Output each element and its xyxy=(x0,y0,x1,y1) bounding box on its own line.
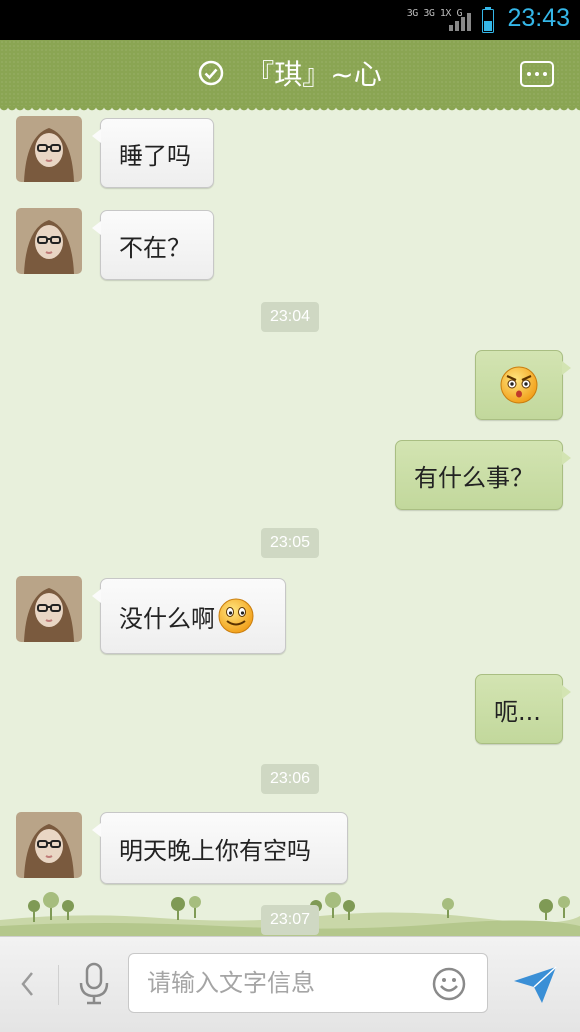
avatar[interactable] xyxy=(16,812,82,878)
battery-icon xyxy=(482,7,494,33)
angry-face-emoji xyxy=(500,366,538,404)
avatar-image xyxy=(16,576,82,642)
avatar-image xyxy=(16,116,82,182)
chat-area[interactable]: 睡了吗 不在？ 23:04 有什么事？ 23:05 没什么啊 呃... 23:0… xyxy=(0,106,580,936)
status-bar: 3G 3G 1X G 23:43 xyxy=(0,0,580,40)
message-bubble[interactable]: 明天晚上你有空吗 xyxy=(92,812,348,884)
divider xyxy=(58,965,59,1005)
clock: 23:43 xyxy=(507,4,570,32)
message-text: 睡了吗 xyxy=(119,141,191,170)
send-icon[interactable] xyxy=(512,965,558,1005)
message-bubble[interactable]: 不在？ xyxy=(92,210,214,280)
timestamp: 23:04 xyxy=(261,302,319,332)
more-icon[interactable] xyxy=(520,61,554,87)
avatar[interactable] xyxy=(16,208,82,274)
message-text: 没什么啊 xyxy=(119,604,215,633)
avatar-image xyxy=(16,812,82,878)
message-bubble[interactable]: 有什么事？ xyxy=(395,440,571,510)
timestamp: 23:06 xyxy=(261,764,319,794)
avatar[interactable] xyxy=(16,576,82,642)
message-bubble[interactable]: 睡了吗 xyxy=(92,118,214,188)
avatar[interactable] xyxy=(16,116,82,182)
message-bubble[interactable]: 呃... xyxy=(475,674,571,744)
chevron-left-icon[interactable] xyxy=(18,969,36,999)
contact-name: 『琪』~心 xyxy=(246,58,382,91)
timestamp: 23:07 xyxy=(261,905,319,935)
message-text: 明天晚上你有空吗 xyxy=(119,836,311,865)
message-text: 有什么事？ xyxy=(414,463,534,492)
check-circle-icon xyxy=(199,60,224,86)
avatar-image xyxy=(16,208,82,274)
smiley-icon[interactable] xyxy=(432,967,466,1001)
timestamp: 23:05 xyxy=(261,528,319,558)
microphone-icon[interactable] xyxy=(76,961,112,1007)
message-bubble[interactable] xyxy=(475,350,571,420)
title-bar: 『琪』~心 xyxy=(0,40,580,112)
message-text: 呃... xyxy=(494,697,541,726)
smile-emoji xyxy=(218,598,254,634)
message-bubble[interactable]: 没什么啊 xyxy=(92,578,286,654)
signal-icon xyxy=(449,13,471,31)
message-text: 不在？ xyxy=(119,233,191,262)
input-bar xyxy=(0,936,580,1032)
